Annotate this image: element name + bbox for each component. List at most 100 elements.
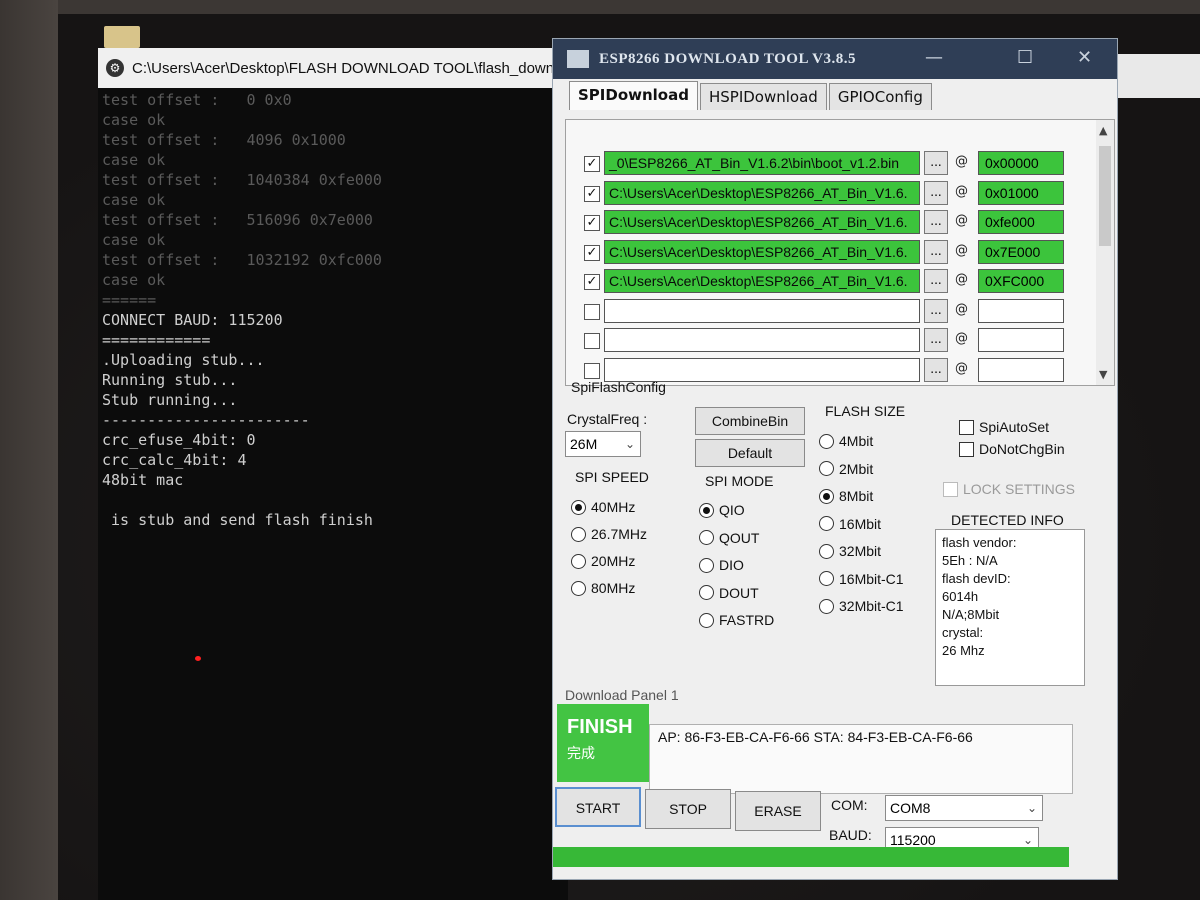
radio-icon bbox=[819, 598, 834, 614]
file-path-input[interactable]: C:\Users\Acer\Desktop\ESP8266_AT_Bin_V1.… bbox=[604, 269, 920, 293]
status-badge: FINISH 完成 bbox=[557, 704, 649, 782]
spi-speed-option[interactable]: 26.7MHz bbox=[571, 526, 647, 542]
offset-address-input[interactable]: 0x01000 bbox=[978, 180, 1064, 205]
monitor-bezel-top bbox=[0, 0, 1200, 14]
start-button[interactable]: START bbox=[555, 787, 641, 827]
browse-button[interactable]: ... bbox=[924, 328, 948, 352]
detected-info-line: N/A;8Mbit bbox=[942, 607, 1000, 622]
file-row: ✓ C:\Users\Acer\Desktop\ESP8266_AT_Bin_V1… bbox=[566, 268, 1096, 296]
detected-info-line: 6014h bbox=[942, 589, 979, 604]
minimize-icon[interactable]: — bbox=[925, 47, 943, 68]
console-line: ====== bbox=[102, 291, 157, 309]
console-line: Running stub... bbox=[102, 371, 238, 389]
tab-hspidownload[interactable]: HSPIDownload bbox=[699, 83, 827, 110]
browse-button[interactable]: ... bbox=[924, 151, 948, 175]
crystal-freq-select[interactable]: 26M ⌄ bbox=[565, 431, 641, 457]
browse-button[interactable]: ... bbox=[924, 210, 948, 234]
file-enable-checkbox[interactable]: ✓ bbox=[584, 274, 600, 290]
crystal-freq-value: 26M bbox=[570, 436, 598, 452]
spi-mode-option[interactable]: QIO bbox=[699, 502, 745, 518]
spi-mode-option[interactable]: DOUT bbox=[699, 585, 759, 601]
flash-size-option-label: 2Mbit bbox=[839, 460, 874, 477]
offset-address-input[interactable] bbox=[978, 328, 1064, 352]
lock-settings-checkbox[interactable]: LOCK SETTINGS bbox=[943, 481, 1075, 497]
close-icon[interactable]: ✕ bbox=[1077, 47, 1092, 68]
file-enable-checkbox[interactable] bbox=[584, 303, 600, 320]
monitor-bezel-left bbox=[0, 0, 58, 900]
flash-size-option-label: 16Mbit-C1 bbox=[839, 570, 904, 587]
spi-speed-label: SPI SPEED bbox=[575, 469, 649, 485]
file-enable-checkbox[interactable] bbox=[584, 333, 600, 349]
mac-address-output[interactable]: AP: 86-F3-EB-CA-F6-66 STA: 84-F3-EB-CA-F… bbox=[649, 724, 1073, 794]
at-symbol: @ bbox=[955, 360, 968, 376]
offset-address-input[interactable]: 0XFC000 bbox=[978, 269, 1064, 293]
console-line: test offset : 4096 0x1000 bbox=[102, 131, 346, 149]
offset-address-input[interactable]: 0x7E000 bbox=[978, 239, 1064, 264]
console-line: case ok bbox=[102, 111, 166, 129]
spi-speed-option-label: 40MHz bbox=[591, 499, 636, 515]
file-enable-checkbox[interactable] bbox=[584, 362, 600, 379]
do-not-chg-bin-checkbox[interactable]: DoNotChgBin bbox=[959, 441, 1065, 457]
tab-gpioconfig[interactable]: GPIOConfig bbox=[828, 83, 932, 110]
flash-size-option[interactable]: 2Mbit bbox=[819, 461, 873, 477]
mac-address-text: AP: 86-F3-EB-CA-F6-66 STA: 84-F3-EB-CA-F… bbox=[658, 729, 973, 745]
maximize-icon[interactable]: ☐ bbox=[1017, 47, 1033, 68]
tab-spidownload[interactable]: SPIDownload bbox=[569, 81, 698, 110]
detected-info-box[interactable]: flash vendor: 5Eh : N/A flash devID: 6014h N… bbox=[935, 529, 1085, 686]
scroll-down-icon[interactable]: ▼ bbox=[1099, 368, 1107, 381]
flash-size-option[interactable]: 32Mbit-C1 bbox=[819, 598, 904, 614]
console-line: test offset : 516096 0x7e000 bbox=[102, 211, 373, 229]
file-enable-checkbox[interactable]: ✓ bbox=[584, 215, 600, 231]
stop-button[interactable]: STOP bbox=[645, 789, 731, 829]
file-path-input[interactable]: C:\Users\Acer\Desktop\ESP8266_AT_Bin_V1.… bbox=[604, 180, 920, 205]
spi-speed-option[interactable]: 20MHz bbox=[571, 553, 635, 569]
flash-size-option[interactable]: 16Mbit bbox=[819, 516, 881, 532]
spi-mode-option-label: DIO bbox=[719, 557, 744, 573]
file-path-input[interactable]: C:\Users\Acer\Desktop\ESP8266_AT_Bin_V1.… bbox=[604, 239, 920, 264]
radio-icon bbox=[819, 571, 834, 586]
spi-auto-set-label: SpiAutoSet bbox=[979, 419, 1050, 435]
spi-speed-option[interactable]: 80MHz bbox=[571, 580, 635, 596]
spi-mode-option[interactable]: QOUT bbox=[699, 530, 759, 546]
erase-button[interactable]: ERASE bbox=[735, 791, 821, 831]
app-logo-icon bbox=[567, 50, 589, 68]
offset-address-input[interactable]: 0xfe000 bbox=[978, 210, 1064, 234]
combine-bin-button[interactable]: CombineBin bbox=[695, 407, 805, 435]
file-path-input[interactable]: _0\ESP8266_AT_Bin_V1.6.2\bin\boot_v1.2.b… bbox=[604, 151, 920, 175]
file-list-scrollbar[interactable]: ▲ ▼ bbox=[1096, 120, 1114, 385]
file-row: ✓ C:\Users\Acer\Desktop\ESP8266_AT_Bin_V1… bbox=[566, 209, 1096, 237]
offset-address-input[interactable] bbox=[978, 357, 1064, 382]
scroll-up-icon[interactable]: ▲ bbox=[1099, 124, 1107, 137]
file-list-panel: ▲ ▼ ✓ _0\ESP8266_AT_Bin_V1.6.2\bin\boot_v… bbox=[565, 119, 1115, 386]
flash-size-option[interactable]: 32Mbit bbox=[819, 543, 881, 559]
file-path-input[interactable] bbox=[604, 298, 920, 323]
default-button[interactable]: Default bbox=[695, 439, 805, 467]
browse-button[interactable]: ... bbox=[924, 298, 948, 323]
spi-mode-option-label: QOUT bbox=[719, 529, 760, 546]
spi-speed-option[interactable]: 40MHz bbox=[571, 499, 635, 515]
detected-info-line: flash devID: bbox=[942, 571, 1011, 586]
com-port-select[interactable]: COM8 ⌄ bbox=[885, 795, 1043, 821]
file-path-input[interactable] bbox=[604, 328, 920, 352]
file-path-input[interactable] bbox=[604, 357, 920, 382]
offset-address-input[interactable]: 0x00000 bbox=[978, 151, 1064, 175]
browse-button[interactable]: ... bbox=[924, 180, 948, 205]
flash-size-option[interactable]: 8Mbit bbox=[819, 488, 873, 504]
browse-button[interactable]: ... bbox=[924, 357, 948, 382]
scroll-thumb[interactable] bbox=[1099, 146, 1111, 246]
file-path-input[interactable]: C:\Users\Acer\Desktop\ESP8266_AT_Bin_V1.… bbox=[604, 210, 920, 234]
console-line: 48bit mac bbox=[102, 471, 184, 489]
offset-address-input[interactable] bbox=[978, 298, 1064, 323]
tool-title-bar[interactable]: ESP8266 DOWNLOAD TOOL V3.8.5 — ☐ ✕ bbox=[553, 39, 1117, 79]
flash-size-option[interactable]: 16Mbit-C1 bbox=[819, 571, 904, 587]
spi-mode-option[interactable]: DIO bbox=[699, 557, 744, 573]
console-title-bar[interactable]: ⚙ C:\Users\Acer\Desktop\FLASH DOWNLOAD T… bbox=[98, 48, 568, 88]
spi-mode-option[interactable]: FASTRD bbox=[699, 612, 774, 628]
file-enable-checkbox[interactable]: ✓ bbox=[584, 244, 600, 261]
file-enable-checkbox[interactable]: ✓ bbox=[584, 185, 600, 202]
file-enable-checkbox[interactable]: ✓ bbox=[584, 156, 600, 172]
browse-button[interactable]: ... bbox=[924, 239, 948, 264]
spi-auto-set-checkbox[interactable]: SpiAutoSet bbox=[959, 419, 1049, 435]
browse-button[interactable]: ... bbox=[924, 269, 948, 293]
flash-size-option[interactable]: 4Mbit bbox=[819, 433, 873, 449]
